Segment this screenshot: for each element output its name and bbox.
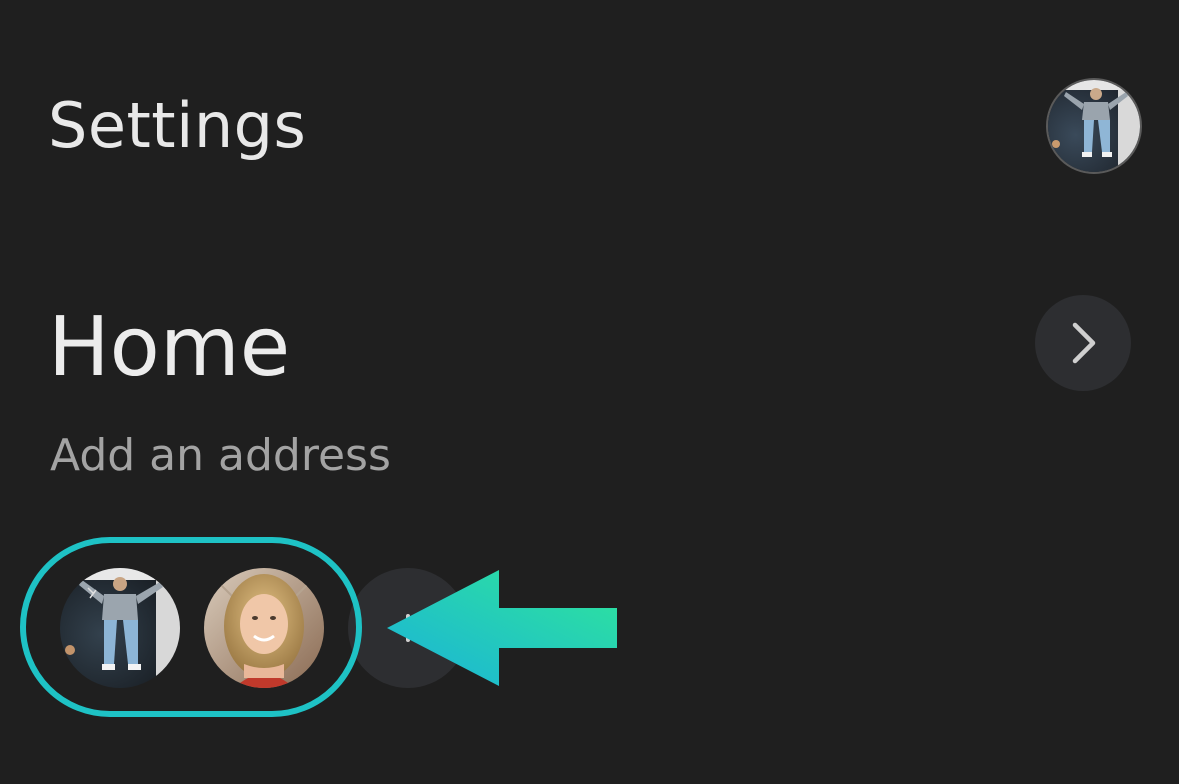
members-highlight-outline [20,537,362,717]
home-open-button[interactable] [1035,295,1131,391]
home-title: Home [48,300,291,395]
chevron-right-icon [1072,322,1096,364]
profile-avatar[interactable] [1046,78,1142,174]
page-title: Settings [48,89,307,162]
user-avatar-photo-icon [1048,80,1140,172]
callout-arrow-icon [385,568,621,690]
add-address-link[interactable]: Add an address [50,428,391,484]
